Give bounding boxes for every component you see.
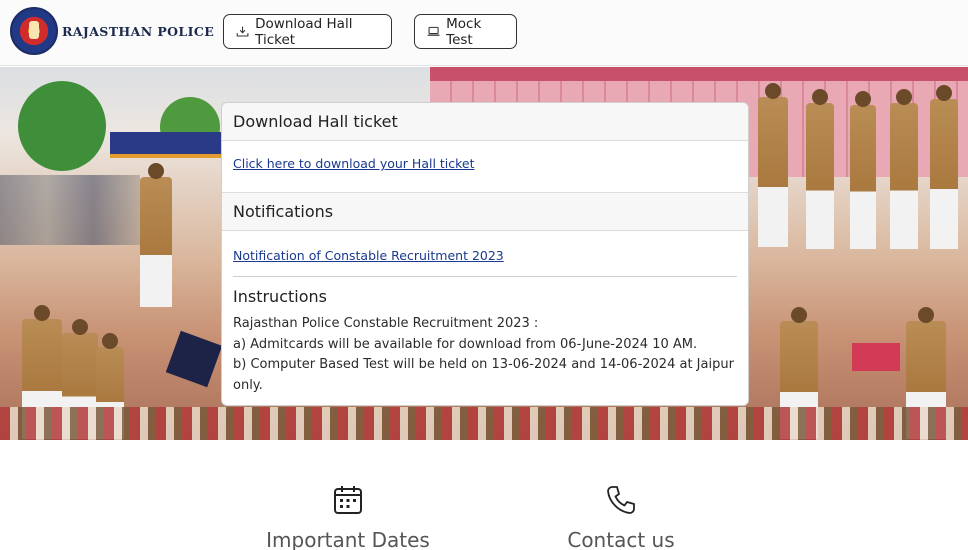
hero-crowd [0, 175, 140, 245]
instruction-line: b) Computer Based Test will be held on 1… [233, 357, 734, 393]
hall-ticket-section: Download Hall ticket Click here to downl… [222, 103, 748, 193]
divider [233, 276, 737, 277]
hero-officer [930, 85, 958, 249]
important-dates-label: Important Dates [266, 528, 430, 550]
mock-test-label: Mock Test [446, 15, 482, 48]
features-section: Important Dates Contact us [0, 440, 968, 550]
phone-icon [607, 486, 635, 514]
hero-officer [850, 91, 876, 249]
hall-ticket-link[interactable]: Click here to download your Hall ticket [233, 156, 475, 171]
hero-flag [165, 330, 223, 388]
hero-wall-top [430, 67, 968, 81]
hero-officer [890, 89, 918, 249]
instructions-title: Instructions [233, 287, 327, 306]
hero-canopy [110, 132, 222, 158]
download-hall-ticket-button[interactable]: Download Hall Ticket [223, 14, 392, 49]
hall-ticket-title: Download Hall ticket [222, 103, 748, 141]
instruction-line: Rajasthan Police Constable Recruitment 2… [233, 316, 539, 331]
hero-officer [140, 163, 172, 307]
info-card: Download Hall ticket Click here to downl… [221, 102, 749, 406]
brand-name: RAJASTHAN POLICE [62, 23, 215, 39]
download-icon [236, 26, 249, 37]
notification-link[interactable]: Notification of Constable Recruitment 20… [233, 248, 504, 263]
hero-sign [852, 343, 900, 371]
site-header: RAJASTHAN POLICE Download Hall Ticket Mo… [0, 0, 968, 66]
notifications-title: Notifications [222, 193, 748, 231]
laptop-icon [427, 26, 440, 36]
important-dates-feature[interactable]: Important Dates [254, 484, 442, 550]
contact-us-label: Contact us [567, 528, 675, 550]
hero-officer [758, 83, 788, 247]
hero-parade-row [0, 407, 968, 440]
calendar-icon [334, 486, 362, 514]
notifications-section: Notifications Notification of Constable … [222, 193, 748, 405]
brand[interactable]: RAJASTHAN POLICE [10, 7, 214, 55]
mock-test-button[interactable]: Mock Test [414, 14, 517, 49]
download-hall-ticket-label: Download Hall Ticket [255, 15, 353, 48]
police-emblem-icon [10, 7, 58, 55]
contact-us-feature[interactable]: Contact us [540, 484, 702, 550]
hero-officer [806, 89, 834, 249]
notifications-body: Notification of Constable Recruitment 20… [222, 231, 748, 405]
hall-ticket-body: Click here to download your Hall ticket [222, 141, 748, 193]
hero-tree [18, 81, 106, 171]
instruction-line: a) Admitcards will be available for down… [233, 336, 698, 352]
